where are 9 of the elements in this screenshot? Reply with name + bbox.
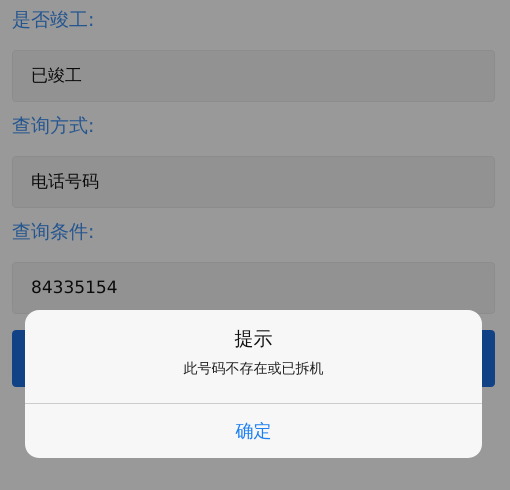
dialog-message: 此号码不存在或已拆机 [184,360,324,378]
input-field[interactable]: 电话号码 [12,156,495,208]
input-field[interactable]: 已竣工 [12,50,495,102]
field-label: 查询方式: [12,114,96,139]
confirm-button[interactable]: 确定 [25,404,482,458]
input-field[interactable]: 84335154 [12,262,495,314]
field-label: 是否竣工: [12,8,96,33]
field-label: 查询条件: [12,220,96,245]
dialog-title: 提示 [234,327,272,352]
